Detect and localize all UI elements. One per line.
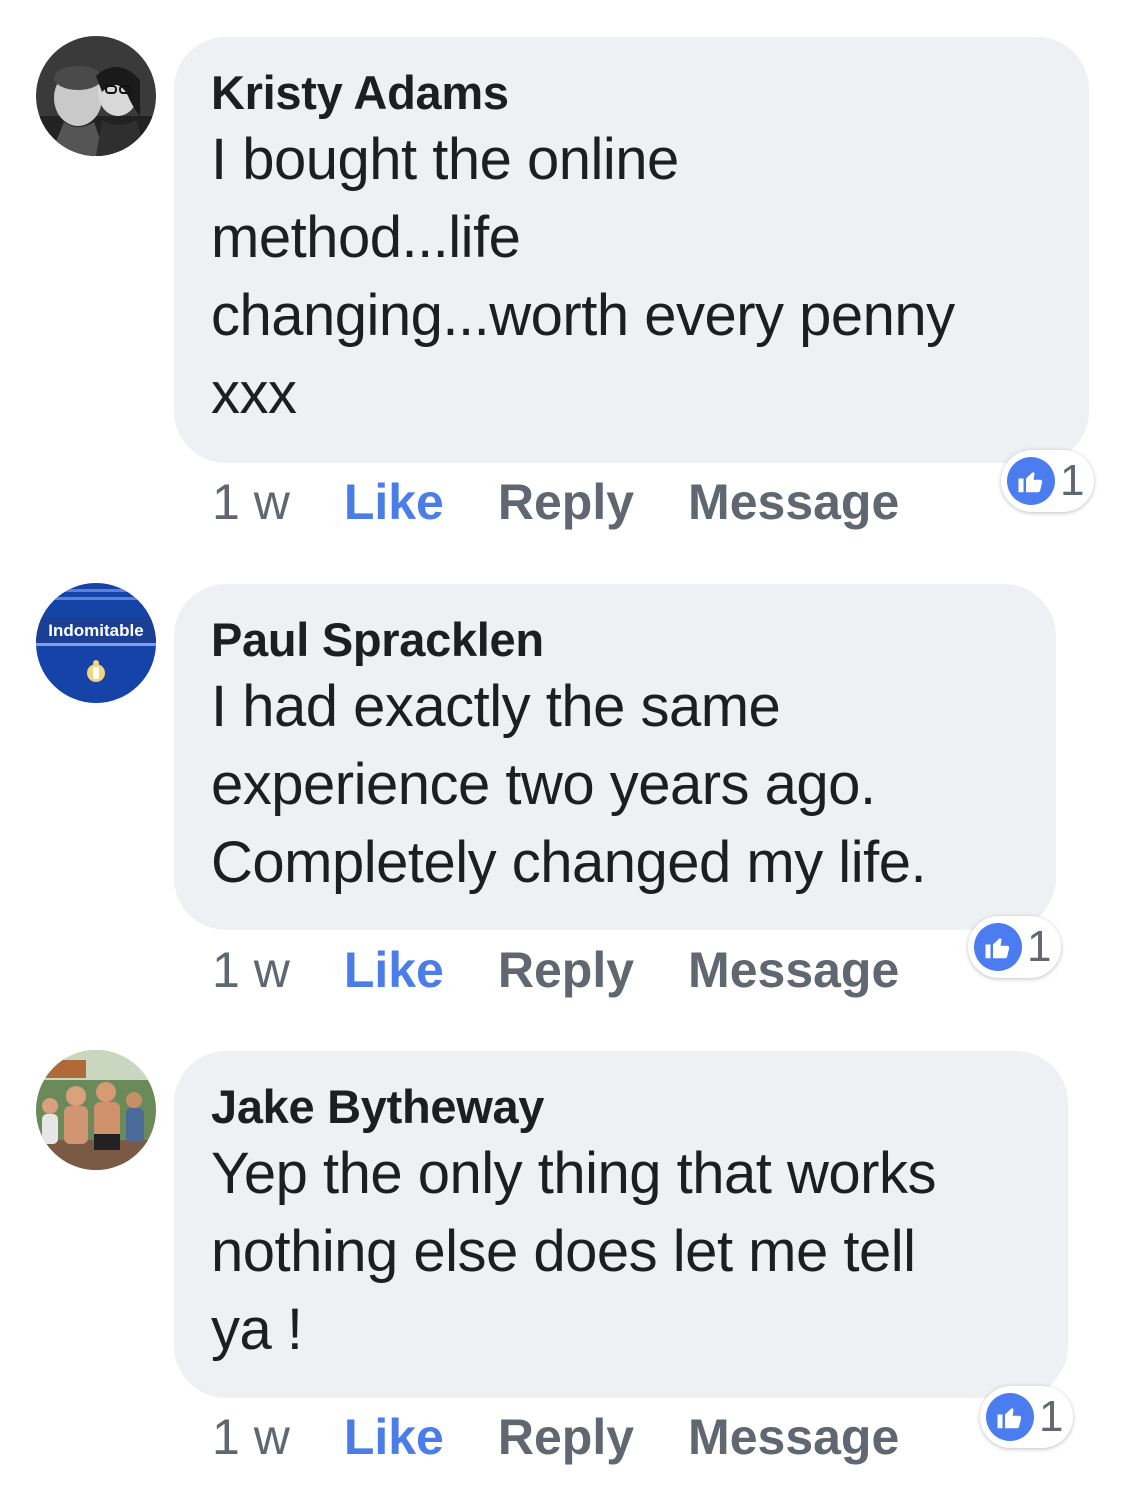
comment-timestamp[interactable]: 1 w (212, 470, 290, 534)
comment-timestamp[interactable]: 1 w (212, 1405, 290, 1469)
comment-actions: 1 w Like Reply Message (212, 938, 899, 1002)
comment-bubble: Kristy Adams I bought the online method.… (174, 37, 1089, 463)
avatar[interactable] (36, 36, 156, 156)
comment-bubble: Jake Bytheway Yep the only thing that wo… (174, 1051, 1068, 1398)
group-photo-avatar-icon (36, 1050, 156, 1170)
message-button[interactable]: Message (688, 1405, 899, 1469)
like-button[interactable]: Like (344, 470, 444, 534)
comment-actions: 1 w Like Reply Message (212, 470, 899, 534)
comment-author[interactable]: Paul Spracklen (211, 612, 1020, 668)
comment-timestamp[interactable]: 1 w (212, 938, 290, 1002)
message-button[interactable]: Message (688, 470, 899, 534)
reply-button[interactable]: Reply (498, 938, 634, 1002)
reply-button[interactable]: Reply (498, 470, 634, 534)
reaction-count: 1 (1027, 922, 1052, 971)
reaction-count: 1 (1039, 1392, 1064, 1441)
comment-author[interactable]: Jake Bytheway (211, 1079, 1032, 1135)
couple-photo-avatar-icon (36, 36, 156, 156)
like-button[interactable]: Like (344, 938, 444, 1002)
avatar-badge-text: Indomitable (48, 621, 144, 640)
comment-author[interactable]: Kristy Adams (211, 65, 1053, 121)
thumbs-up-icon (974, 923, 1022, 971)
thumbs-up-icon (986, 1393, 1034, 1441)
message-button[interactable]: Message (688, 938, 899, 1002)
reaction-badge[interactable]: 1 (968, 916, 1062, 978)
indomitable-badge-avatar-icon (36, 583, 156, 703)
like-button[interactable]: Like (344, 1405, 444, 1469)
thumbs-up-icon (1007, 457, 1055, 505)
reaction-badge[interactable]: 1 (1001, 450, 1095, 512)
comment-actions: 1 w Like Reply Message (212, 1405, 899, 1469)
comment-text: Yep the only thing that works nothing el… (211, 1141, 936, 1362)
avatar[interactable]: Indomitable (36, 583, 156, 703)
reaction-count: 1 (1060, 456, 1085, 505)
reply-button[interactable]: Reply (498, 1405, 634, 1469)
comment-bubble: Paul Spracklen I had exactly the same ex… (174, 584, 1056, 930)
comment-text: I bought the online method...life changi… (211, 127, 955, 426)
avatar[interactable] (36, 1050, 156, 1170)
reaction-badge[interactable]: 1 (980, 1386, 1074, 1448)
comment-text: I had exactly the same experience two ye… (211, 674, 927, 895)
